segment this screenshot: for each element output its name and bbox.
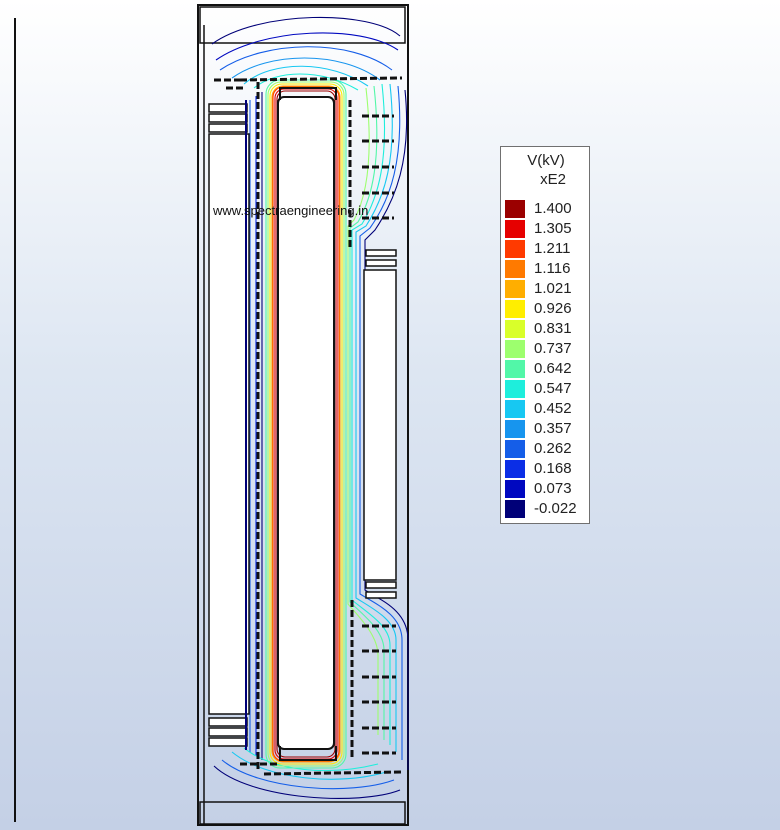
legend-value: -0.022 bbox=[534, 500, 577, 517]
legend-value: 0.168 bbox=[534, 460, 572, 477]
legend-row: 0.547 bbox=[501, 379, 591, 399]
legend-swatch bbox=[505, 440, 525, 458]
legend-value: 0.357 bbox=[534, 420, 572, 437]
legend-row: 0.262 bbox=[501, 439, 591, 459]
legend-swatch bbox=[505, 260, 525, 278]
legend-row: 0.642 bbox=[501, 359, 591, 379]
legend-row: 0.926 bbox=[501, 299, 591, 319]
watermark-text: www.spectraengineering.in bbox=[213, 203, 369, 218]
legend-row: -0.022 bbox=[501, 499, 591, 519]
legend-swatch bbox=[505, 480, 525, 498]
legend-swatch bbox=[505, 240, 525, 258]
legend-swatch bbox=[505, 380, 525, 398]
legend-row: 0.831 bbox=[501, 319, 591, 339]
bottom-yoke bbox=[199, 801, 406, 825]
legend-row: 1.021 bbox=[501, 279, 591, 299]
legend-swatch bbox=[505, 220, 525, 238]
legend-row: 1.211 bbox=[501, 239, 591, 259]
legend-value: 0.831 bbox=[534, 320, 572, 337]
top-yoke bbox=[199, 6, 406, 44]
lv-winding bbox=[208, 133, 250, 715]
legend-swatch bbox=[505, 420, 525, 438]
legend-swatch bbox=[505, 320, 525, 338]
legend-rows: 1.400 1.305 1.211 1.116 1.021 0.926 0.831 0.737… bbox=[501, 199, 591, 519]
legend-row: 1.116 bbox=[501, 259, 591, 279]
legend-title-scale: xE2 bbox=[540, 171, 566, 188]
legend-row: 1.305 bbox=[501, 219, 591, 239]
legend-value: 0.926 bbox=[534, 300, 572, 317]
legend-value: 1.211 bbox=[534, 240, 571, 257]
legend-row: 0.452 bbox=[501, 399, 591, 419]
field-plot bbox=[14, 4, 409, 826]
legend-value: 1.021 bbox=[534, 280, 572, 297]
tap-winding bbox=[363, 269, 397, 581]
legend-title-unit: V(kV) bbox=[527, 152, 565, 169]
legend-row: 0.357 bbox=[501, 419, 591, 439]
legend-swatch bbox=[505, 340, 525, 358]
legend-value: 0.452 bbox=[534, 400, 572, 417]
legend-swatch bbox=[505, 460, 525, 478]
legend-value: 0.262 bbox=[534, 440, 572, 457]
legend-value: 0.073 bbox=[534, 480, 572, 497]
legend-swatch bbox=[505, 400, 525, 418]
legend-swatch bbox=[505, 300, 525, 318]
legend-row: 1.400 bbox=[501, 199, 591, 219]
legend-value: 0.547 bbox=[534, 380, 572, 397]
legend-title: V(kV) xE2 bbox=[501, 151, 591, 189]
legend-swatch bbox=[505, 500, 525, 518]
legend-value: 0.737 bbox=[534, 340, 572, 357]
legend-value: 0.642 bbox=[534, 360, 572, 377]
legend-value: 1.116 bbox=[534, 260, 571, 277]
legend-row: 0.073 bbox=[501, 479, 591, 499]
hv-winding bbox=[277, 96, 335, 750]
legend-value: 1.400 bbox=[534, 200, 572, 217]
legend-row: 0.737 bbox=[501, 339, 591, 359]
legend-value: 1.305 bbox=[534, 220, 572, 237]
legend-swatch bbox=[505, 360, 525, 378]
legend-row: 0.168 bbox=[501, 459, 591, 479]
legend-swatch bbox=[505, 200, 525, 218]
color-legend: V(kV) xE2 1.400 1.305 1.211 1.116 1.021 0.926… bbox=[500, 146, 590, 524]
legend-swatch bbox=[505, 280, 525, 298]
